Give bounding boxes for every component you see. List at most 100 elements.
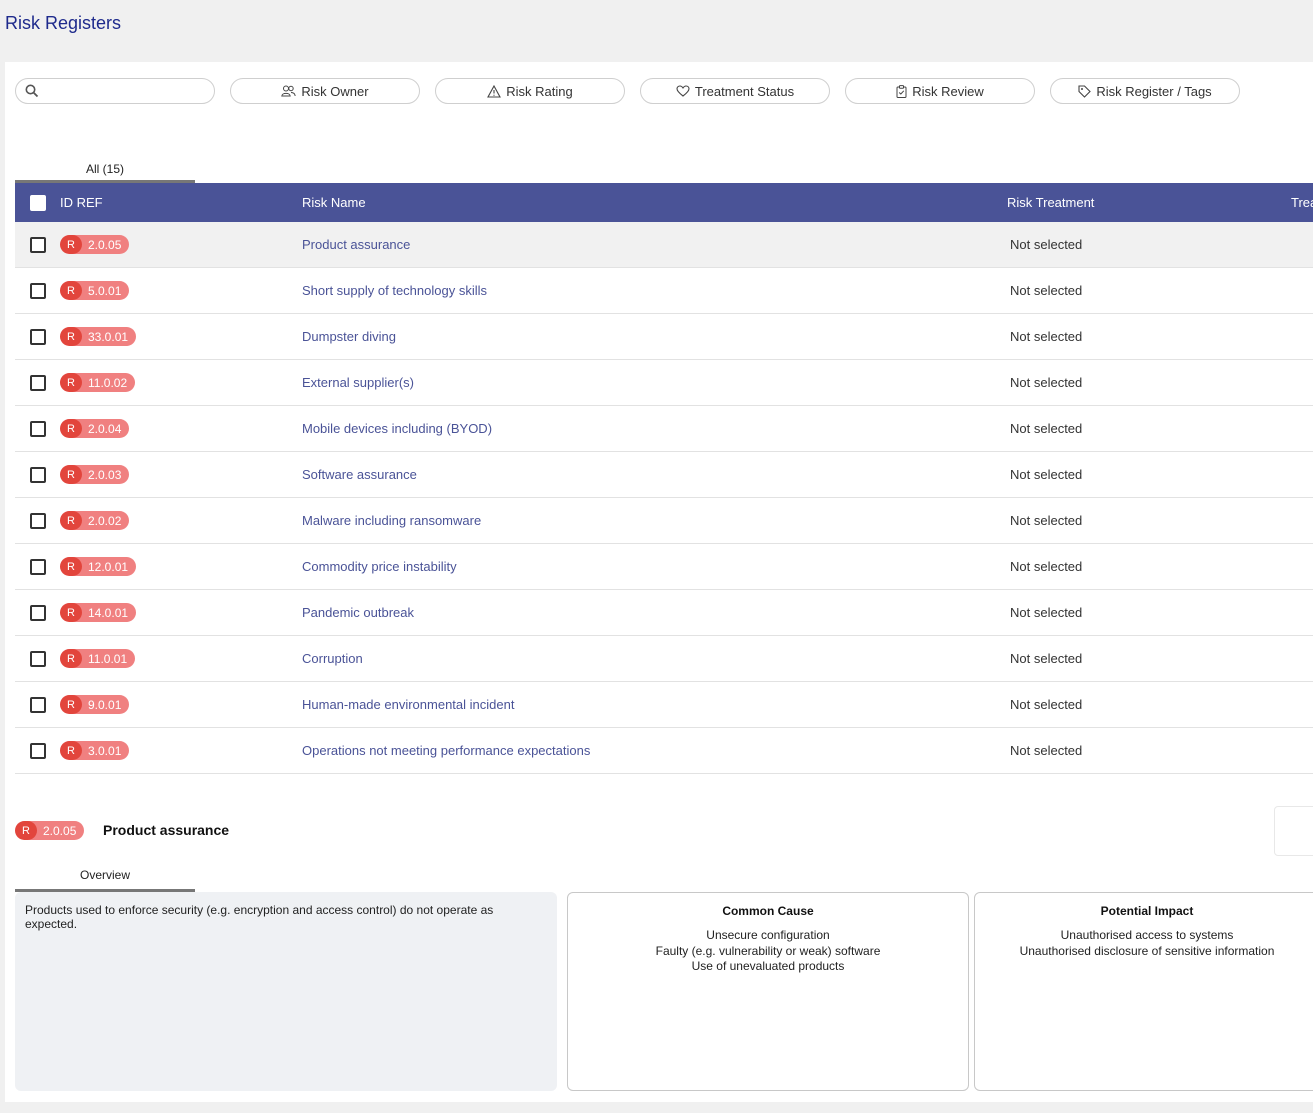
common-cause-line: Faulty (e.g. vulnerability or weak) soft… — [655, 943, 881, 958]
clipboard-icon — [896, 84, 907, 98]
table-row[interactable]: R 33.0.01 Dumpster diving Not selected — [15, 314, 1313, 360]
row-checkbox[interactable] — [30, 283, 46, 299]
filter-treatment-status-button[interactable]: Treatment Status — [640, 78, 830, 104]
risk-name-link[interactable]: Dumpster diving — [302, 329, 396, 344]
risk-badge: R 2.0.03 — [60, 465, 130, 484]
risk-badge: R 2.0.04 — [60, 419, 130, 438]
risk-treatment: Not selected — [1010, 421, 1083, 436]
risk-name-link[interactable]: Corruption — [302, 651, 363, 666]
risk-name-link[interactable]: Operations not meeting performance expec… — [302, 743, 590, 758]
row-checkbox[interactable] — [30, 743, 46, 759]
potential-impact-card: Potential Impact Unauthorised access to … — [974, 892, 1313, 1091]
filter-register-tags-label: Risk Register / Tags — [1096, 83, 1212, 99]
table-row[interactable]: R 2.0.03 Software assurance Not selected — [15, 452, 1313, 498]
tab-overview[interactable]: Overview — [15, 868, 195, 892]
risk-id: 2.0.02 — [88, 513, 122, 528]
row-checkbox[interactable] — [30, 605, 46, 621]
risk-id: 14.0.01 — [88, 605, 129, 620]
risk-name-link[interactable]: External supplier(s) — [302, 375, 414, 390]
risk-treatment: Not selected — [1010, 467, 1083, 482]
column-treatment-status[interactable]: Trea — [1291, 195, 1313, 210]
row-checkbox[interactable] — [30, 697, 46, 713]
table-row[interactable]: R 2.0.05 Product assurance Not selected — [15, 222, 1313, 268]
risk-name-link[interactable]: Pandemic outbreak — [302, 605, 414, 620]
risk-name-link[interactable]: Short supply of technology skills — [302, 283, 487, 298]
risk-name-link[interactable]: Software assurance — [302, 467, 417, 482]
table-row[interactable]: R 2.0.02 Malware including ransomware Not s… — [15, 498, 1313, 544]
row-checkbox[interactable] — [30, 237, 46, 253]
row-checkbox[interactable] — [30, 329, 46, 345]
risk-badge: R 33.0.01 — [60, 327, 137, 346]
risk-badge: R 11.0.02 — [60, 373, 136, 392]
risk-name-link[interactable]: Mobile devices including (BYOD) — [302, 421, 492, 436]
row-checkbox[interactable] — [30, 651, 46, 667]
risk-type-letter: R — [60, 511, 82, 530]
main-panel: Risk Owner Risk Rating Treatment Status … — [5, 62, 1313, 1102]
row-checkbox[interactable] — [30, 559, 46, 575]
risk-badge: R 5.0.01 — [60, 281, 130, 300]
risk-treatment: Not selected — [1010, 651, 1083, 666]
row-checkbox[interactable] — [30, 467, 46, 483]
risk-name-link[interactable]: Human-made environmental incident — [302, 697, 514, 712]
table-row[interactable]: R 14.0.01 Pandemic outbreak Not selected — [15, 590, 1313, 636]
risk-id: 33.0.01 — [88, 329, 129, 344]
filter-risk-rating-button[interactable]: Risk Rating — [435, 78, 625, 104]
table-row[interactable]: R 2.0.04 Mobile devices including (BYOD) No… — [15, 406, 1313, 452]
warning-icon — [487, 84, 502, 98]
filter-risk-review-button[interactable]: Risk Review — [845, 78, 1035, 104]
risk-treatment: Not selected — [1010, 605, 1083, 620]
risk-name-link[interactable]: Commodity price instability — [302, 559, 457, 574]
risk-type-letter: R — [60, 557, 82, 576]
table-row[interactable]: R 9.0.01 Human-made environmental incident… — [15, 682, 1313, 728]
tab-all[interactable]: All (15) — [15, 162, 195, 183]
risk-treatment: Not selected — [1010, 559, 1083, 574]
table-row[interactable]: R 11.0.02 External supplier(s) Not selected — [15, 360, 1313, 406]
common-cause-line: Use of unevaluated products — [691, 959, 845, 973]
row-checkbox[interactable] — [30, 375, 46, 391]
risk-type-letter: R — [60, 281, 82, 300]
filter-treatment-status-label: Treatment Status — [694, 83, 795, 99]
risk-badge: R 2.0.05 — [15, 821, 85, 840]
column-risk-treatment[interactable]: Risk Treatment — [1007, 195, 1094, 210]
row-checkbox[interactable] — [30, 421, 46, 437]
heart-icon — [676, 85, 690, 97]
table-row[interactable]: R 11.0.01 Corruption Not selected — [15, 636, 1313, 682]
table-row[interactable]: R 5.0.01 Short supply of technology skills… — [15, 268, 1313, 314]
risk-id: 11.0.01 — [88, 651, 128, 666]
risk-badge: R 3.0.01 — [60, 741, 130, 760]
search-icon — [25, 84, 39, 98]
risk-treatment: Not selected — [1010, 329, 1083, 344]
row-checkbox[interactable] — [30, 513, 46, 529]
filter-risk-owner-label: Risk Owner — [301, 83, 369, 99]
detail-title: Product assurance — [103, 822, 230, 838]
risk-type-letter: R — [60, 741, 82, 760]
common-cause-line: Unsecure configuration — [706, 928, 830, 942]
common-cause-heading: Common Cause — [722, 904, 814, 918]
common-cause-card: Common Cause Unsecure configuration Faul… — [567, 892, 969, 1091]
risk-treatment: Not selected — [1010, 697, 1083, 712]
table-row[interactable]: R 12.0.01 Commodity price instability Not s… — [15, 544, 1313, 590]
description-text: Products used to enforce security (e.g. … — [25, 903, 494, 931]
risk-type-letter: R — [60, 373, 82, 392]
risk-id: 2.0.03 — [88, 467, 122, 482]
risk-type-letter: R — [60, 327, 82, 346]
filter-risk-rating-label: Risk Rating — [506, 83, 573, 99]
risk-type-letter: R — [60, 235, 82, 254]
risk-type-letter: R — [60, 695, 82, 714]
detail-action-box[interactable] — [1274, 806, 1313, 856]
search-input[interactable] — [15, 78, 215, 104]
risk-type-letter: R — [60, 465, 82, 484]
table-row[interactable]: R 3.0.01 Operations not meeting performanc… — [15, 728, 1313, 774]
filter-register-tags-button[interactable]: Risk Register / Tags — [1050, 78, 1240, 104]
risk-id: 11.0.02 — [88, 375, 128, 390]
column-risk-name[interactable]: Risk Name — [302, 195, 366, 210]
risk-badge: R 14.0.01 — [60, 603, 137, 622]
column-id-ref[interactable]: ID REF — [60, 195, 103, 210]
users-icon — [281, 85, 297, 97]
filter-risk-owner-button[interactable]: Risk Owner — [230, 78, 420, 104]
risk-id: 2.0.04 — [88, 421, 122, 436]
select-all-checkbox[interactable] — [30, 195, 46, 211]
risk-name-link[interactable]: Malware including ransomware — [302, 513, 481, 528]
risk-table: ID REF Risk Name Risk Treatment Trea R 2.… — [15, 183, 1313, 774]
risk-name-link[interactable]: Product assurance — [302, 237, 410, 252]
